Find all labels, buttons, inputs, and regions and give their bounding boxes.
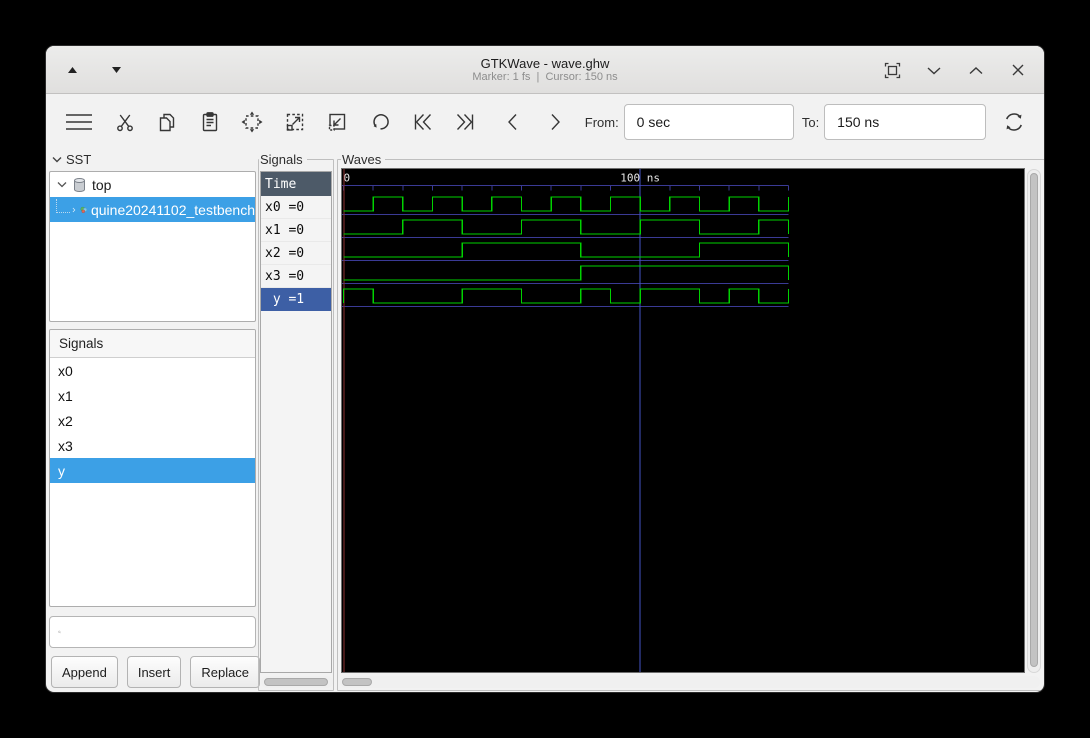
minimize-chevron-down-icon[interactable] (924, 60, 944, 80)
value-rows: x0 =0 x1 =0 x2 =0 x3 =0 y =1 (261, 196, 331, 311)
zoom-out-icon[interactable] (319, 103, 355, 141)
next-edge-icon[interactable] (537, 103, 573, 141)
append-button[interactable]: Append (51, 656, 118, 688)
from-label: From: (584, 114, 619, 130)
waves-hscrollbar[interactable] (340, 676, 1040, 688)
chevron-down-icon (57, 182, 67, 188)
signal-list-item-y[interactable]: y (50, 458, 255, 483)
shade-down-icon[interactable] (106, 60, 126, 80)
undo-icon[interactable] (362, 103, 398, 141)
value-row[interactable]: x0 =0 (261, 196, 331, 219)
wave-trace-x3 (343, 265, 790, 281)
waves-vscrollbar-thumb[interactable] (1030, 173, 1038, 667)
facility-items: x0 x1 x2 x3 y (50, 358, 255, 483)
wave-trace-y (342, 288, 790, 304)
gtkwave-window: GTKWave - wave.ghw Marker: 1 fs | Cursor… (45, 45, 1045, 693)
signal-list-item-x3[interactable]: x3 (50, 433, 255, 458)
values-panel: Time x0 =0 x1 =0 x2 =0 x3 =0 y =1 (260, 171, 332, 673)
sst-label: SST (66, 152, 92, 167)
module-icon (80, 206, 87, 213)
maximize-chevron-up-icon[interactable] (966, 60, 986, 80)
insert-button[interactable]: Insert (126, 656, 182, 688)
waveform-plot: 0 100 ns (342, 169, 790, 672)
values-frame: Time x0 =0 x1 =0 x2 =0 x3 =0 y =1 (258, 159, 334, 691)
copy-icon[interactable] (149, 103, 185, 141)
signal-list-item-x2[interactable]: x2 (50, 408, 255, 433)
wave-trace-x1 (343, 219, 790, 235)
tree-guide (56, 198, 70, 213)
search-icon (58, 630, 61, 634)
signal-search[interactable] (49, 616, 256, 648)
value-row[interactable]: x1 =0 (261, 219, 331, 242)
shade-up-icon[interactable] (62, 60, 82, 80)
tree-item-label: quine20241102_testbench (90, 201, 255, 218)
action-buttons: Append Insert Replace (51, 656, 261, 688)
go-to-start-icon[interactable] (405, 103, 441, 141)
value-row[interactable]: x3 =0 (261, 265, 331, 288)
sst-tree: top quine20241102_testbench (49, 171, 256, 322)
tree-item-top[interactable]: top (50, 172, 255, 197)
value-row[interactable]: y =1 (261, 288, 331, 311)
replace-button[interactable]: Replace (190, 656, 261, 688)
titlebar[interactable]: GTKWave - wave.ghw Marker: 1 fs | Cursor… (46, 46, 1044, 94)
from-input[interactable] (623, 104, 794, 140)
waves-frame-label: Waves (341, 152, 386, 167)
cut-icon[interactable] (107, 103, 143, 141)
values-hscrollbar-thumb[interactable] (264, 678, 328, 686)
paste-icon[interactable] (192, 103, 228, 141)
zoom-fit-icon[interactable] (234, 103, 270, 141)
menu-icon[interactable] (58, 103, 100, 141)
go-to-end-icon[interactable] (447, 103, 483, 141)
waves-hscrollbar-thumb[interactable] (342, 678, 372, 686)
fit-window-icon[interactable] (882, 60, 902, 80)
tree-item-testbench[interactable]: quine20241102_testbench (50, 197, 255, 222)
sst-expander[interactable]: SST (52, 152, 91, 167)
to-label: To: (801, 114, 820, 130)
search-input[interactable] (67, 623, 247, 641)
wave-trace-x0 (343, 196, 790, 212)
chevron-right-icon (72, 207, 76, 212)
reload-icon[interactable] (996, 103, 1032, 141)
facility-list: Signals x0 x1 x2 x3 y (49, 329, 256, 607)
values-frame-label: Signals (259, 152, 307, 167)
signal-list-item-x0[interactable]: x0 (50, 358, 255, 383)
signal-list-item-x1[interactable]: x1 (50, 383, 255, 408)
tree-item-label: top (92, 176, 112, 193)
zoom-in-icon[interactable] (277, 103, 313, 141)
toolbar: From: To: (46, 94, 1044, 150)
marker-cursor-status: Marker: 1 fs | Cursor: 150 ns (472, 71, 618, 83)
window-title: GTKWave - wave.ghw (480, 56, 610, 71)
close-icon[interactable] (1008, 60, 1028, 80)
prev-edge-icon[interactable] (495, 103, 531, 141)
chevron-down-icon (52, 157, 62, 163)
to-input[interactable] (824, 104, 987, 140)
database-icon (74, 177, 85, 192)
time-header[interactable]: Time (261, 172, 331, 196)
wave-canvas[interactable]: 0 100 ns (341, 168, 1025, 673)
value-row[interactable]: x2 =0 (261, 242, 331, 265)
facility-list-header: Signals (50, 330, 255, 358)
wave-trace-x2 (343, 242, 790, 258)
waves-vscrollbar[interactable] (1027, 169, 1041, 673)
waves-frame: 0 100 ns (337, 159, 1044, 691)
values-hscrollbar[interactable] (261, 676, 333, 688)
